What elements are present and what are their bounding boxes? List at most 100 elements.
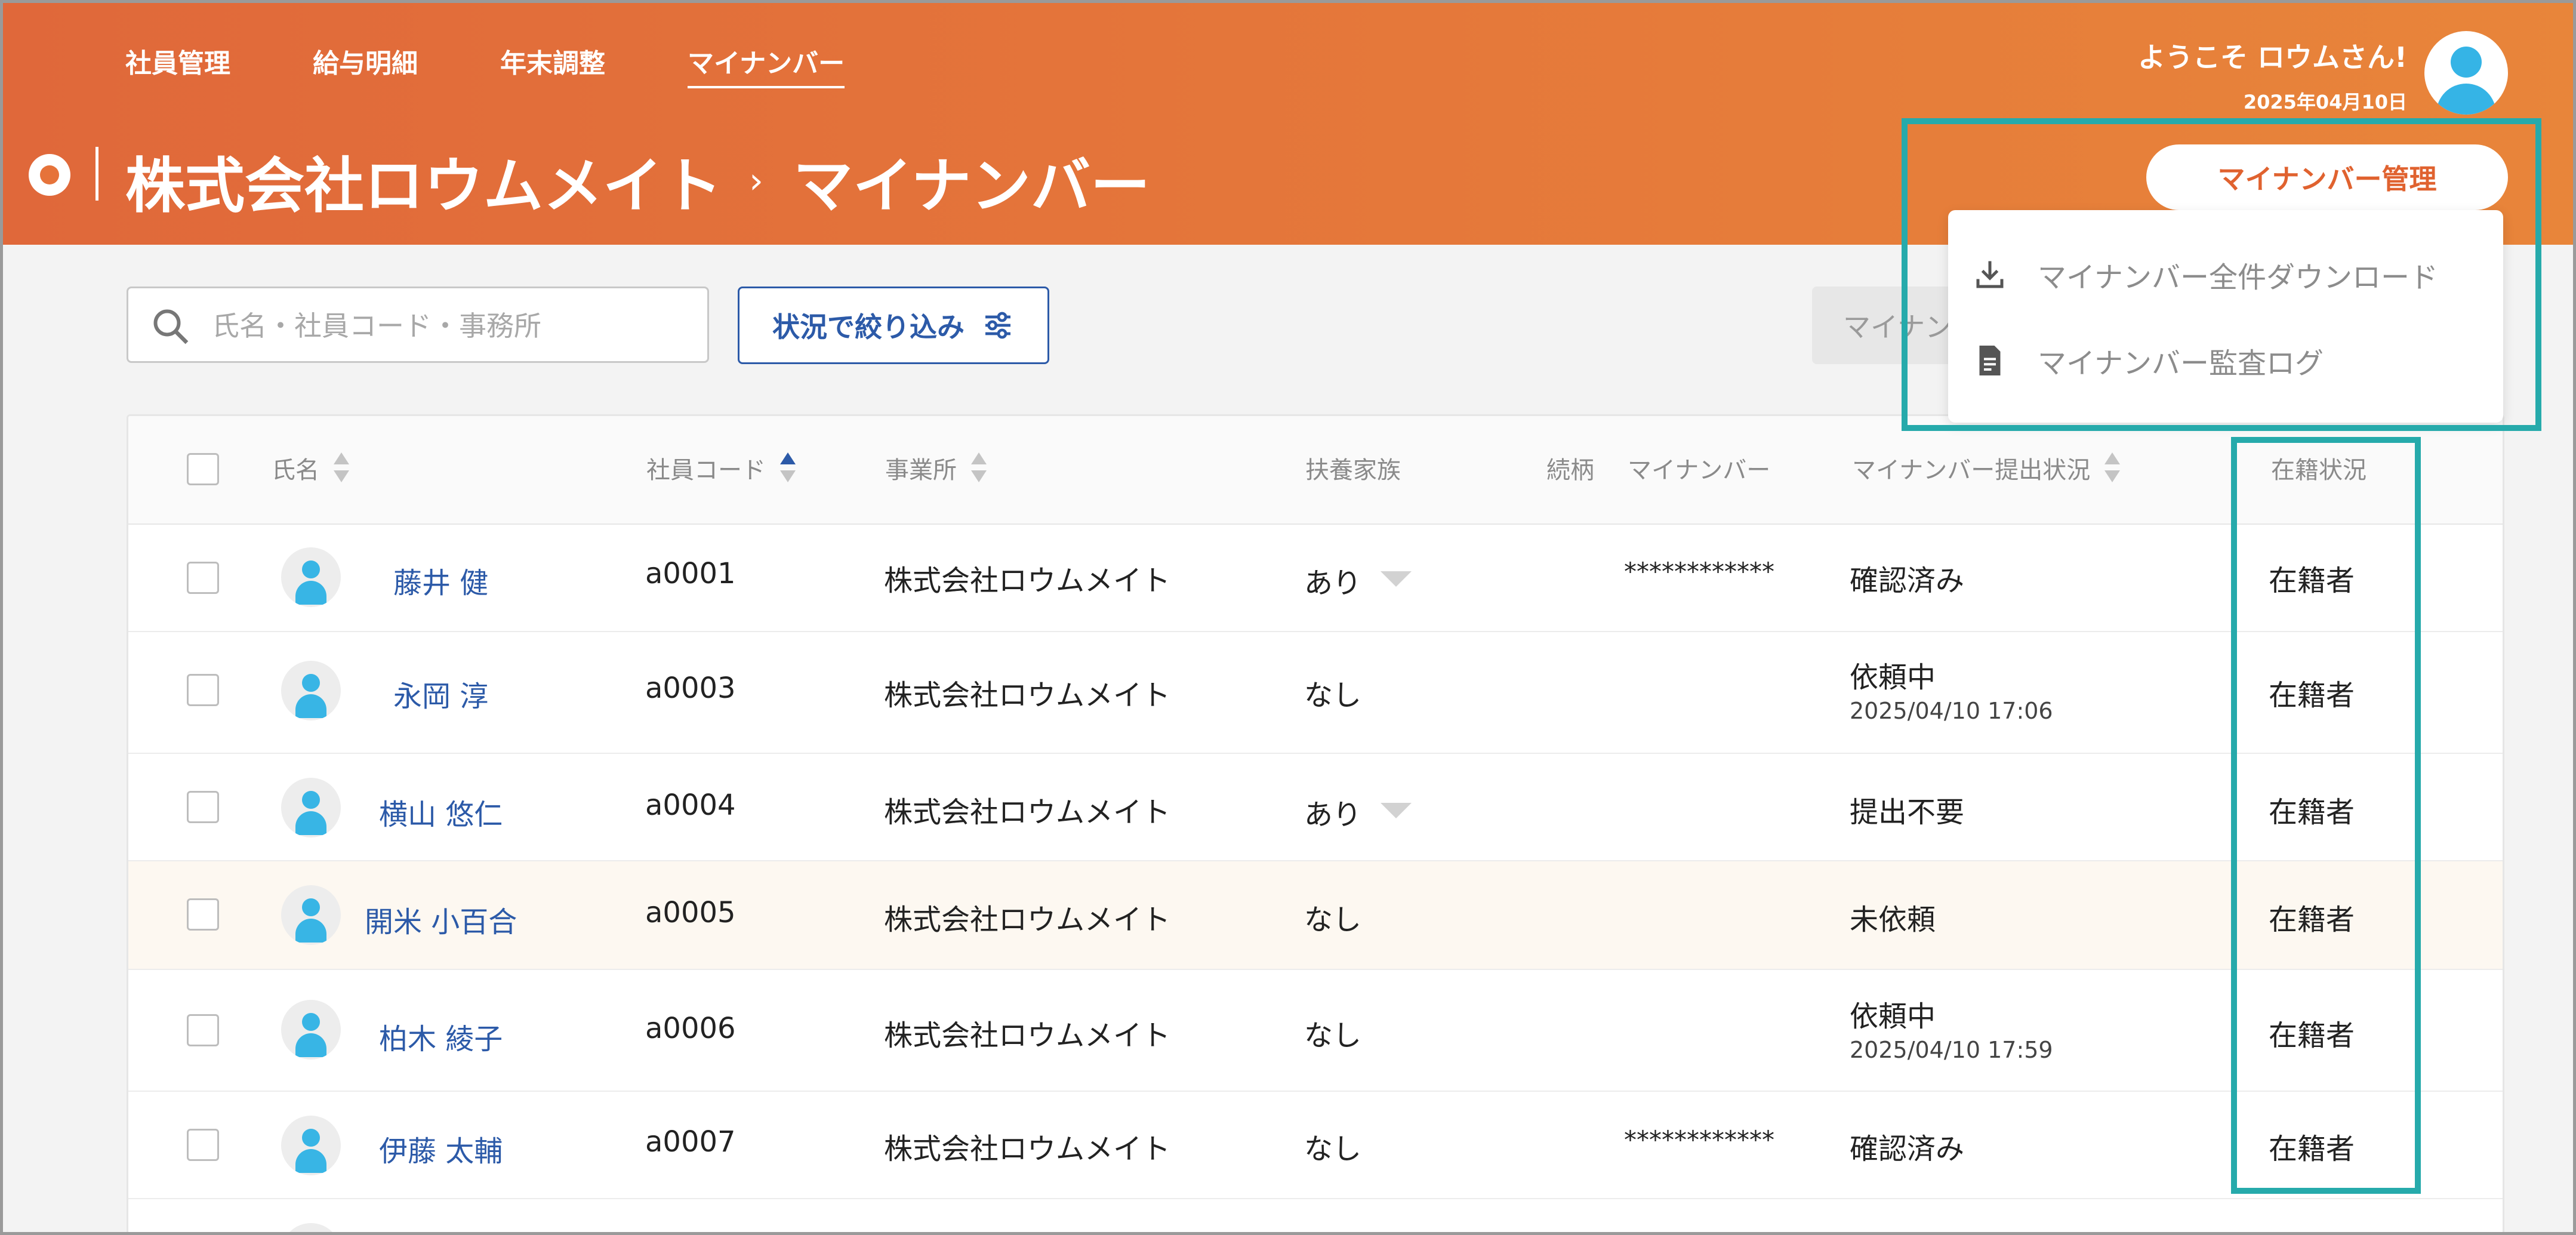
column-header-code[interactable]: 社員コード	[646, 451, 797, 485]
employee-code: a0006	[645, 1012, 736, 1045]
submission-status: 依頼中	[1850, 1000, 1936, 1033]
sort-icon[interactable]	[332, 451, 350, 485]
office-name: 株式会社ロウムメイト	[884, 564, 1171, 598]
table-row[interactable]	[128, 1199, 2503, 1235]
dependents-value: なし	[1304, 679, 1362, 712]
row-checkbox[interactable]	[187, 1014, 219, 1046]
table-row[interactable]: 柏木 綾子 a0006 株式会社ロウムメイト なし 依頼中 2025/04/10…	[128, 970, 2503, 1092]
expand-dependents-icon[interactable]	[1381, 571, 1412, 587]
row-checkbox[interactable]	[187, 791, 219, 823]
employee-name[interactable]: 伊藤 太輔	[379, 1128, 503, 1169]
submission-status: 提出不要	[1850, 796, 1965, 829]
breadcrumb: 株式会社ロウムメイト › マイナンバー	[125, 137, 1150, 224]
employee-name[interactable]: 藤井 健	[393, 559, 488, 601]
employee-code: a0004	[645, 789, 736, 822]
employee-code: a0003	[645, 672, 736, 705]
top-nav: 社員管理 給与明細 年末調整 マイナンバー	[125, 42, 927, 88]
breadcrumb-company[interactable]: 株式会社ロウムメイト	[125, 137, 722, 224]
sort-icon[interactable]	[970, 451, 988, 485]
column-header-mynumber: マイナンバー	[1628, 457, 1771, 484]
menu-item-label: マイナンバー監査ログ	[2038, 347, 2324, 380]
table-row[interactable]: 開米 小百合 a0005 株式会社ロウムメイト なし 未依頼 在籍者	[128, 861, 2503, 970]
submission-status: 依頼中	[1850, 661, 1936, 694]
mynumber-management-menu: マイナンバー全件ダウンロード マイナンバー監査ログ	[1948, 210, 2503, 423]
row-checkbox[interactable]	[187, 1129, 219, 1161]
office-name: 株式会社ロウムメイト	[884, 1019, 1171, 1052]
employment-status: 在籍者	[2269, 1019, 2355, 1052]
table-row[interactable]: 横山 悠仁 a0004 株式会社ロウムメイト あり 提出不要 在籍者	[128, 754, 2503, 861]
user-avatar-icon[interactable]	[2424, 31, 2508, 115]
dependents-value: なし	[1304, 1019, 1362, 1052]
employee-code: a0001	[645, 557, 736, 590]
row-checkbox[interactable]	[187, 674, 219, 706]
employee-avatar-icon	[281, 885, 341, 945]
column-header-employment: 在籍状況	[2271, 457, 2367, 484]
document-icon	[1979, 346, 2001, 375]
sliders-icon	[985, 312, 1010, 339]
submission-status: 確認済み	[1850, 1132, 1965, 1166]
employee-avatar-icon	[281, 778, 341, 837]
table-row[interactable]: 藤井 健 a0001 株式会社ロウムメイト あり ************ 確認…	[128, 525, 2503, 632]
request-timestamp: 2025/04/10 17:06	[1850, 698, 2053, 724]
sort-icon[interactable]	[2103, 451, 2121, 485]
company-logo-icon[interactable]	[29, 154, 70, 196]
employee-avatar-icon	[281, 1116, 341, 1175]
employee-name[interactable]: 柏木 綾子	[379, 1015, 503, 1057]
logo-divider	[95, 147, 98, 201]
menu-item-audit-log[interactable]: マイナンバー監査ログ	[1948, 325, 2503, 396]
table-row[interactable]: 伊藤 太輔 a0007 株式会社ロウムメイト なし ************ 確…	[128, 1092, 2503, 1199]
office-name: 株式会社ロウムメイト	[884, 903, 1171, 937]
table-row[interactable]: 永岡 淳 a0003 株式会社ロウムメイト なし 依頼中 2025/04/10 …	[128, 632, 2503, 754]
menu-item-download-all[interactable]: マイナンバー全件ダウンロード	[1948, 239, 2503, 310]
column-header-relation: 続柄	[1546, 457, 1594, 484]
welcome-text: ようこそ ロウムさん!	[2138, 41, 2407, 73]
filter-button-label: 状況で絞り込み	[772, 311, 965, 343]
app-header: 社員管理 給与明細 年末調整 マイナンバー 株式会社ロウムメイト › マイナンバ…	[0, 0, 2576, 245]
nav-payslip[interactable]: 給与明細	[313, 42, 418, 88]
row-checkbox[interactable]	[187, 562, 219, 594]
nav-mynumber[interactable]: マイナンバー	[688, 42, 845, 88]
employee-name[interactable]: 永岡 淳	[393, 673, 488, 714]
employee-avatar-icon	[281, 1000, 341, 1060]
search-box	[127, 287, 709, 363]
expand-dependents-icon[interactable]	[1381, 803, 1412, 818]
dependents-value: あり	[1304, 566, 1362, 600]
submission-status: 確認済み	[1850, 564, 1965, 598]
page-title: マイナンバー	[793, 151, 1150, 221]
mynumber-value: ************	[1624, 557, 1774, 586]
employment-status: 在籍者	[2269, 903, 2355, 937]
employment-status: 在籍者	[2269, 679, 2355, 712]
search-input[interactable]	[212, 306, 689, 346]
nav-employee-management[interactable]: 社員管理	[125, 42, 230, 88]
user-greeting: ようこそ ロウムさん! 2025年04月10日	[2138, 36, 2407, 115]
menu-item-label: マイナンバー全件ダウンロード	[2038, 261, 2439, 294]
request-timestamp: 2025/04/10 17:59	[1850, 1037, 2053, 1063]
sort-ascending-icon[interactable]	[779, 451, 797, 485]
column-header-office[interactable]: 事業所	[885, 451, 988, 485]
employee-avatar-icon	[281, 661, 341, 720]
employee-avatar-icon	[281, 547, 341, 607]
mynumber-value: ************	[1624, 1125, 1774, 1154]
column-header-status[interactable]: マイナンバー提出状況	[1852, 451, 2121, 485]
current-date: 2025年04月10日	[2243, 91, 2407, 113]
column-header-dependents: 扶養家族	[1305, 457, 1401, 484]
row-checkbox[interactable]	[187, 898, 219, 931]
employment-status: 在籍者	[2269, 564, 2355, 598]
employee-table: 氏名 社員コード 事業所 扶養家族 続柄 マイナンバー マイナンバー提出状況 在…	[127, 414, 2504, 1235]
employment-status: 在籍者	[2269, 796, 2355, 829]
employment-status: 在籍者	[2269, 1132, 2355, 1166]
download-icon	[1976, 261, 2004, 288]
employee-name[interactable]: 開米 小百合	[365, 898, 517, 940]
office-name: 株式会社ロウムメイト	[884, 796, 1171, 829]
employee-name[interactable]: 横山 悠仁	[379, 791, 503, 833]
submission-status: 未依頼	[1850, 903, 1936, 937]
mynumber-management-button[interactable]: マイナンバー管理	[2146, 144, 2508, 210]
employee-avatar-icon	[281, 1223, 341, 1235]
nav-year-end-adjustment[interactable]: 年末調整	[500, 42, 605, 88]
employee-code: a0005	[645, 896, 736, 929]
select-all-checkbox[interactable]	[187, 453, 219, 485]
status-filter-button[interactable]: 状況で絞り込み	[738, 287, 1049, 364]
column-header-name[interactable]: 氏名	[272, 451, 350, 485]
dependents-value: あり	[1304, 798, 1362, 831]
table-header: 氏名 社員コード 事業所 扶養家族 続柄 マイナンバー マイナンバー提出状況 在…	[128, 416, 2503, 525]
